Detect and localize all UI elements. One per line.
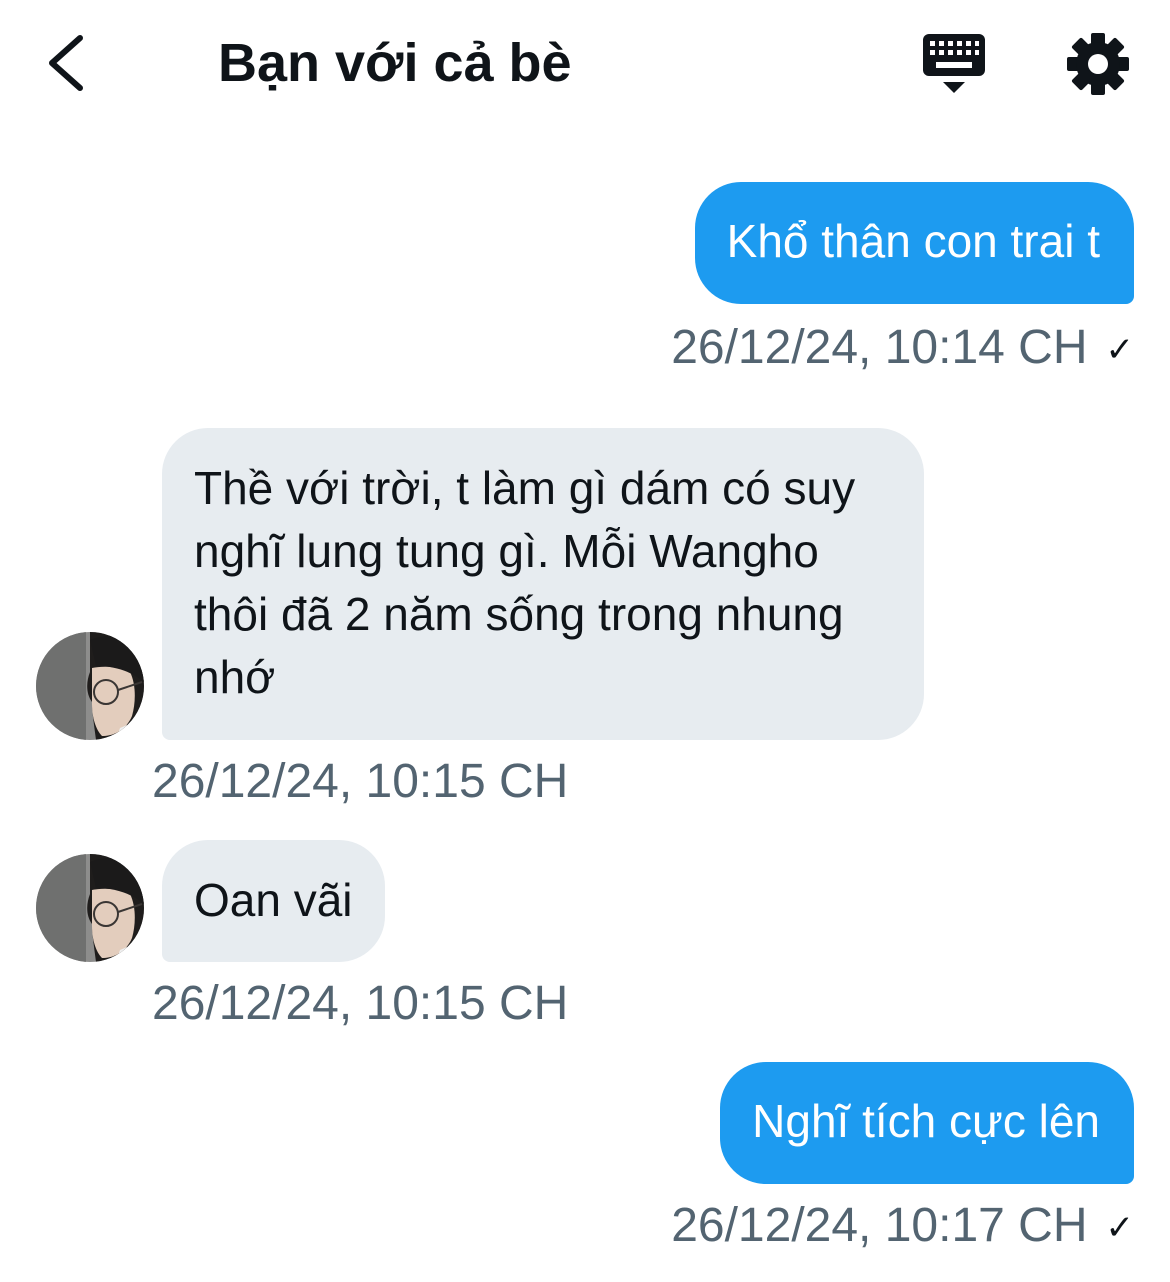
timestamp-text: 26/12/24, 10:17 CH — [671, 1199, 1088, 1252]
conversation-header: Bạn với cả bè — [0, 0, 1170, 130]
outgoing-message-bubble[interactable]: Nghĩ tích cực lên — [720, 1062, 1134, 1184]
back-button[interactable] — [40, 30, 100, 94]
keyboard-button[interactable] — [918, 30, 990, 98]
message-text: Khổ thân con trai t — [726, 215, 1100, 267]
message-timestamp: 26/12/24, 10:15 CH — [152, 754, 568, 810]
avatar-photo — [36, 854, 144, 962]
settings-button[interactable] — [1064, 30, 1132, 98]
gear-icon — [1067, 33, 1129, 95]
incoming-message-bubble[interactable]: Oan vãi — [162, 840, 385, 962]
avatar[interactable] — [36, 632, 144, 740]
message-timestamp: 26/12/24, 10:14 CH ✓ — [671, 320, 1134, 378]
conversation-title: Bạn với cả bè — [218, 33, 572, 93]
avatar[interactable] — [36, 854, 144, 962]
outgoing-message-bubble[interactable]: Khổ thân con trai t — [694, 182, 1134, 304]
keyboard-icon — [923, 34, 985, 93]
message-timestamp: 26/12/24, 10:15 CH — [152, 976, 568, 1032]
avatar-photo — [36, 632, 144, 740]
chevron-left-icon — [49, 35, 83, 91]
incoming-message-bubble[interactable]: Thề với trời, t làm gì dám có suy nghĩ l… — [162, 428, 924, 740]
timestamp-text: 26/12/24, 10:14 CH — [671, 321, 1088, 374]
message-text: Thề với trời, t làm gì dám có suy nghĩ l… — [194, 462, 856, 703]
sent-check-icon: ✓ — [1105, 1209, 1135, 1247]
timestamp-text: 26/12/24, 10:15 CH — [152, 977, 569, 1030]
message-text: Nghĩ tích cực lên — [752, 1095, 1100, 1147]
sent-check-icon: ✓ — [1105, 331, 1135, 369]
message-timestamp: 26/12/24, 10:17 CH ✓ — [671, 1198, 1134, 1256]
message-text: Oan vãi — [194, 874, 353, 926]
timestamp-text: 26/12/24, 10:15 CH — [152, 755, 569, 808]
